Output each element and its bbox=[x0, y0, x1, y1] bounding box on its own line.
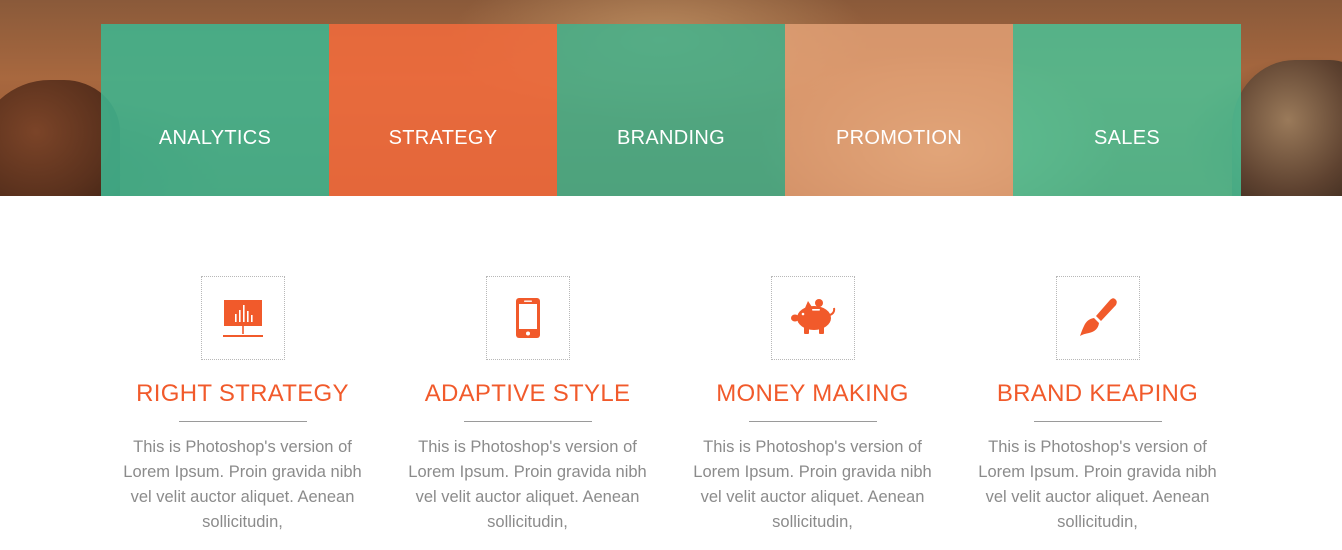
feature-description: This is Photoshop's version of Lorem Ips… bbox=[123, 438, 362, 531]
tile-label: BRANDING bbox=[617, 127, 725, 149]
feature-icon-box bbox=[200, 276, 285, 360]
feature-card: MONEY MAKING This is Photoshop's version… bbox=[670, 276, 955, 535]
feature-description: This is Photoshop's version of Lorem Ips… bbox=[408, 438, 647, 531]
hero-banner: ANALYTICS STRATEGY BRANDING PROMOTION SA… bbox=[0, 0, 1342, 196]
title-divider bbox=[178, 421, 307, 422]
smartphone-icon bbox=[515, 298, 540, 338]
tile-label: ANALYTICS bbox=[158, 127, 272, 149]
feature-card: BRAND KEAPING This is Photoshop's versio… bbox=[955, 276, 1240, 535]
piggy-bank-icon bbox=[790, 299, 835, 334]
feature-title: RIGHT STRATEGY bbox=[136, 380, 349, 407]
tile-branding[interactable]: BRANDING bbox=[557, 24, 785, 196]
hero-background-rock bbox=[1232, 60, 1342, 196]
title-divider bbox=[1033, 421, 1162, 422]
tile-sales[interactable]: SALES bbox=[1013, 24, 1241, 196]
feature-description: This is Photoshop's version of Lorem Ips… bbox=[693, 438, 932, 531]
tile-label: STRATEGY bbox=[388, 127, 498, 149]
title-divider bbox=[463, 421, 592, 422]
feature-title: ADAPTIVE STYLE bbox=[424, 380, 631, 407]
tile-label: PROMOTION bbox=[835, 127, 963, 149]
feature-card: RIGHT STRATEGY This is Photoshop's versi… bbox=[100, 276, 385, 535]
feature-card: ADAPTIVE STYLE This is Photoshop's versi… bbox=[385, 276, 670, 535]
tile-strategy[interactable]: STRATEGY bbox=[329, 24, 557, 196]
title-divider bbox=[748, 421, 877, 422]
feature-title: MONEY MAKING bbox=[716, 380, 909, 407]
tile-analytics[interactable]: ANALYTICS bbox=[101, 24, 329, 196]
tile-promotion[interactable]: PROMOTION bbox=[785, 24, 1013, 196]
tile-label: SALES bbox=[1094, 127, 1160, 149]
feature-icon-box bbox=[485, 276, 570, 360]
presentation-chart-icon bbox=[222, 300, 263, 337]
feature-icon-box bbox=[770, 276, 855, 360]
feature-icon-box bbox=[1055, 276, 1140, 360]
paint-brush-icon bbox=[1079, 298, 1117, 336]
features-section: RIGHT STRATEGY This is Photoshop's versi… bbox=[100, 276, 1240, 535]
feature-description: This is Photoshop's version of Lorem Ips… bbox=[978, 438, 1217, 531]
service-tiles: ANALYTICS STRATEGY BRANDING PROMOTION SA… bbox=[101, 24, 1241, 196]
feature-title: BRAND KEAPING bbox=[996, 380, 1199, 407]
